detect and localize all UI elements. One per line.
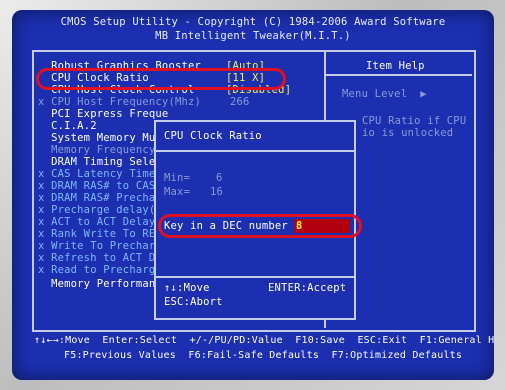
min-label: Min= <box>164 172 191 184</box>
max-label: Max= <box>164 186 191 198</box>
row-prefix: x <box>38 96 45 108</box>
setting-row-memory-frequency: Memory Frequency( <box>38 144 162 156</box>
setting-label: ACT to ACT Delay( <box>51 216 162 228</box>
setting-label: Memory Frequency( <box>51 144 162 156</box>
setting-row-pci-express-frequency[interactable]: PCI Express Freque <box>38 108 168 120</box>
bios-screen: CMOS Setup Utility - Copyright (C) 1984-… <box>12 10 494 380</box>
row-prefix <box>38 278 45 290</box>
setting-row-precharge-delay: x Precharge delay(t <box>38 204 162 216</box>
setting-label: PCI Express Freque <box>51 108 169 120</box>
row-prefix: x <box>38 240 45 252</box>
row-prefix: x <box>38 180 45 192</box>
setting-row-rank-write-to-read: x Rank Write To REA <box>38 228 162 240</box>
hint-move: ↑↓:Move <box>164 282 210 294</box>
setting-row-system-memory-multiplier[interactable]: System Memory Mul <box>38 132 162 144</box>
setting-label: CAS Latency Time <box>51 168 156 180</box>
setting-label: C.I.A.2 <box>51 120 97 132</box>
key-help-bar: ↑↓←→:Move Enter:Select +/-/PU/PD:Value F… <box>12 332 494 380</box>
setting-value: 266 <box>230 96 250 108</box>
highlight-annotation-input <box>158 214 362 238</box>
setting-row-dram-timing-selectable[interactable]: DRAM Timing Selec <box>38 156 162 168</box>
setting-row-memory-performance[interactable]: Memory Performanc <box>38 278 162 290</box>
row-prefix: x <box>38 252 45 264</box>
setting-row-cpu-host-frequency: x CPU Host Frequency(Mhz) <box>38 96 201 108</box>
row-prefix: x <box>38 216 45 228</box>
setting-row-ras-to-cas: x DRAM RAS# to CAS# <box>38 180 162 192</box>
row-prefix <box>38 156 45 168</box>
setting-row-read-to-precharge: x Read to Precharge <box>38 264 162 276</box>
help-text-line1: CPU Ratio if CPU <box>362 115 467 127</box>
row-prefix <box>38 132 45 144</box>
setting-label: System Memory Mul <box>51 132 162 144</box>
setting-row-act-to-act: x ACT to ACT Delay( <box>38 216 162 228</box>
min-value: 6 <box>216 172 223 184</box>
row-prefix: x <box>38 204 45 216</box>
setting-label: DRAM RAS# to CAS# <box>51 180 162 192</box>
row-prefix <box>38 144 45 156</box>
setting-label: Write To Precharg <box>51 240 162 252</box>
cpu-clock-ratio-dialog: CPU Clock Ratio Min= 6 Max= 16 Key in a … <box>154 120 362 320</box>
setting-row-cas-latency: x CAS Latency Time <box>38 168 155 180</box>
row-prefix: x <box>38 228 45 240</box>
setting-label: Rank Write To REA <box>51 228 162 240</box>
hint-enter-accept[interactable]: ENTER:Accept <box>268 282 346 294</box>
setting-row-cia2[interactable]: C.I.A.2 <box>38 120 97 132</box>
setting-label: DRAM RAS# Precha <box>51 192 156 204</box>
setting-label: Memory Performanc <box>51 278 162 290</box>
setting-label: Read to Precharge <box>51 264 162 276</box>
row-prefix: x <box>38 168 45 180</box>
row-prefix: x <box>38 192 45 204</box>
setting-label: DRAM Timing Selec <box>51 156 162 168</box>
row-prefix <box>38 120 45 132</box>
row-prefix <box>38 108 45 120</box>
help-title: Item Help <box>366 60 425 72</box>
setting-row-refresh-to-act: x Refresh to ACT De <box>38 252 162 264</box>
highlight-annotation-cpu-clock-ratio <box>36 68 286 90</box>
setting-row-write-to-precharge: x Write To Precharg <box>38 240 162 252</box>
max-value: 16 <box>210 186 224 198</box>
key-help-line1: ↑↓←→:Move Enter:Select +/-/PU/PD:Value F… <box>34 335 494 346</box>
row-prefix: x <box>38 264 45 276</box>
setting-label: CPU Host Frequency(Mhz) <box>51 96 202 108</box>
dialog-title: CPU Clock Ratio <box>164 130 262 142</box>
menu-level-indicator: Menu Level ▶ <box>342 88 427 100</box>
setting-label: Refresh to ACT De <box>51 252 162 264</box>
page-title: MB Intelligent Tweaker(M.I.T.) <box>155 30 351 42</box>
help-header-divider <box>326 74 472 76</box>
setting-label: Precharge delay(t <box>51 204 162 216</box>
key-help-line2: F5:Previous Values F6:Fail-Safe Defaults… <box>64 350 463 361</box>
hint-esc-abort[interactable]: ESC:Abort <box>164 296 223 308</box>
dialog-title-divider <box>156 150 354 152</box>
setting-row-ras-precharge: x DRAM RAS# Precha <box>38 192 155 204</box>
help-text-line2: io is unlocked <box>362 127 454 139</box>
bios-header-line1: CMOS Setup Utility - Copyright (C) 1984-… <box>60 16 446 28</box>
dialog-hint-divider <box>156 276 354 278</box>
